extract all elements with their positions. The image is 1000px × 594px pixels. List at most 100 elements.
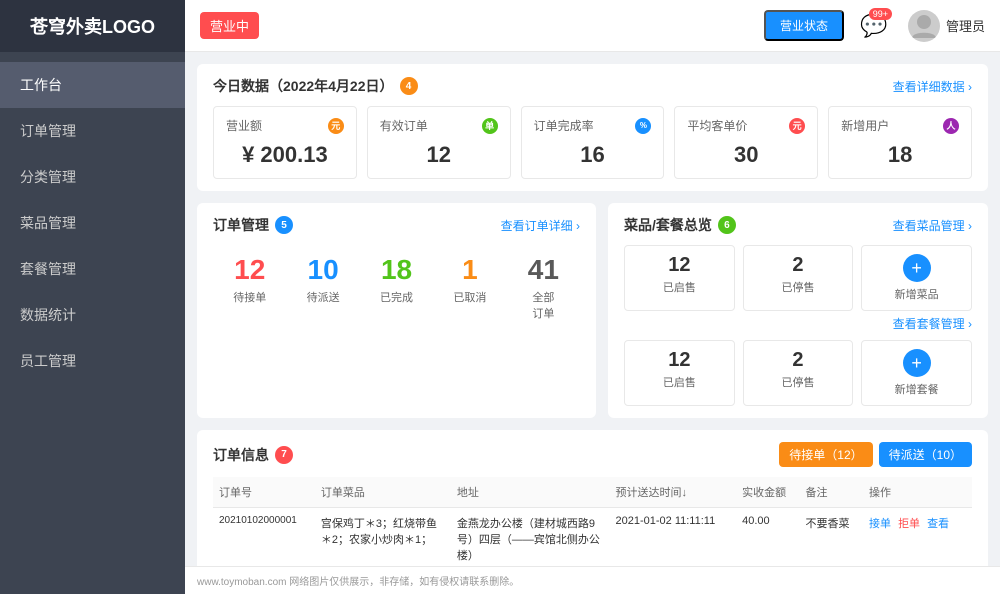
add-package-icon[interactable]: + xyxy=(903,349,931,377)
stat-orders-dot: 单 xyxy=(482,118,498,134)
sidebar-logo: 苍穹外卖LOGO xyxy=(0,0,185,52)
user-menu[interactable]: 管理员 xyxy=(908,10,985,42)
order-info-badge: 7 xyxy=(275,446,293,464)
add-dish-cell[interactable]: + 新增菜品 xyxy=(861,245,972,311)
order-stat-all[interactable]: 41 全部订单 xyxy=(507,245,580,329)
stat-orders-label: 有效订单 xyxy=(380,117,428,134)
avatar xyxy=(908,10,940,42)
main-content: 营业中 营业状态 💬 99+ 管理员 今日数据（2022年4月22日） 4 查看… xyxy=(185,0,1000,594)
add-dish-label: 新增菜品 xyxy=(895,286,939,302)
order-mgmt-header: 订单管理 5 查看订单详细 › xyxy=(213,215,580,235)
package-inactive-label: 已停售 xyxy=(781,374,814,390)
business-state-button[interactable]: 营业状态 xyxy=(764,10,844,41)
order-info-title: 订单信息 7 xyxy=(213,445,293,465)
footer-note: www.toymoban.com 网络图片仅供展示，非存储，如有侵权请联系删除。 xyxy=(185,566,1000,594)
package-grid: 12 已启售 2 已停售 + 新增套餐 xyxy=(624,340,972,406)
sidebar-item-dishes[interactable]: 菜品管理 xyxy=(0,200,185,246)
today-title-text: 今日数据（2022年4月22日） xyxy=(213,76,394,96)
order-stat-done[interactable]: 18 已完成 xyxy=(360,245,433,329)
cell-order-id: 20210102000001 xyxy=(213,508,315,571)
message-button[interactable]: 💬 99+ xyxy=(856,8,892,44)
stat-completion-label: 订单完成率 xyxy=(534,117,594,134)
package-active-num: 12 xyxy=(668,349,690,372)
order-detail-link[interactable]: 查看订单详细 › xyxy=(501,217,580,234)
dish-inactive-count: 2 已停售 xyxy=(743,245,854,311)
add-dish-icon[interactable]: + xyxy=(903,254,931,282)
all-count: 41 xyxy=(511,253,576,287)
package-inactive-count: 2 已停售 xyxy=(743,340,854,406)
order-stat-dispatch[interactable]: 10 待派送 xyxy=(286,245,359,329)
stat-revenue-value: ¥ 200.13 xyxy=(226,142,344,168)
package-mgmt-link[interactable]: 查看套餐管理 › xyxy=(893,317,972,331)
cancelled-label: 已取消 xyxy=(437,289,502,305)
stat-users-value: 18 xyxy=(841,142,959,168)
package-active-count: 12 已启售 xyxy=(624,340,735,406)
accept-link[interactable]: 接单 xyxy=(869,518,891,530)
package-inactive-num: 2 xyxy=(792,349,803,372)
sidebar: 苍穹外卖LOGO 工作台 订单管理 分类管理 菜品管理 套餐管理 数据统计 员工… xyxy=(0,0,185,594)
reject-link[interactable]: 拒单 xyxy=(898,518,920,530)
dish-active-label: 已启售 xyxy=(663,279,696,295)
dish-mgmt-link[interactable]: 查看菜品管理 › xyxy=(893,217,972,234)
package-active-label: 已启售 xyxy=(663,374,696,390)
two-col-section: 订单管理 5 查看订单详细 › 12 待接单 10 待派送 18 xyxy=(197,203,988,418)
order-mgmt-badge: 5 xyxy=(275,216,293,234)
col-dish: 订单菜品 xyxy=(315,477,451,508)
stat-users-label: 新增用户 xyxy=(841,117,889,134)
sidebar-item-packages[interactable]: 套餐管理 xyxy=(0,246,185,292)
dispatch-label: 待派送 xyxy=(290,289,355,305)
stat-orders-value: 12 xyxy=(380,142,498,168)
stat-avg-header: 平均客单价 元 xyxy=(687,117,805,134)
cell-remark: 不要香菜 xyxy=(800,508,863,571)
view-link[interactable]: 查看 xyxy=(927,518,949,530)
col-time: 预计送达时间↓ xyxy=(610,477,737,508)
dish-overview-card: 菜品/套餐总览 6 查看菜品管理 › 12 已启售 2 已停售 + xyxy=(608,203,988,418)
sidebar-item-workbench[interactable]: 工作台 xyxy=(0,62,185,108)
order-mgmt-title-text: 订单管理 xyxy=(213,215,269,235)
pending-filter-button[interactable]: 待接单（12） xyxy=(779,442,872,467)
dish-active-num: 12 xyxy=(668,254,690,277)
stat-revenue-header: 营业额 元 xyxy=(226,117,344,134)
order-stat-pending[interactable]: 12 待接单 xyxy=(213,245,286,329)
sidebar-item-categories[interactable]: 分类管理 xyxy=(0,154,185,200)
order-info-header: 订单信息 7 待接单（12） 待派送（10） xyxy=(213,442,972,467)
user-name: 管理员 xyxy=(946,16,985,35)
stat-revenue: 营业额 元 ¥ 200.13 xyxy=(213,106,357,179)
dispatch-filter-button[interactable]: 待派送（10） xyxy=(879,442,972,467)
table-header-row: 订单号 订单菜品 地址 预计送达时间↓ 实收金额 备注 操作 xyxy=(213,477,972,508)
order-stat-cancelled[interactable]: 1 已取消 xyxy=(433,245,506,329)
today-data-card: 今日数据（2022年4月22日） 4 查看详细数据 › 营业额 元 ¥ 200.… xyxy=(197,64,988,191)
dispatch-count: 10 xyxy=(290,253,355,287)
today-detail-link[interactable]: 查看详细数据 › xyxy=(893,78,972,95)
cell-amount: 40.00 xyxy=(736,508,799,571)
stat-avg-dot: 元 xyxy=(789,118,805,134)
stat-revenue-dot: 元 xyxy=(328,118,344,134)
dish-badge: 6 xyxy=(718,216,736,234)
content-area: 今日数据（2022年4月22日） 4 查看详细数据 › 营业额 元 ¥ 200.… xyxy=(185,52,1000,594)
business-status: 营业中 xyxy=(200,12,259,39)
order-info-title-text: 订单信息 xyxy=(213,445,269,465)
dish-inactive-num: 2 xyxy=(792,254,803,277)
sidebar-item-orders[interactable]: 订单管理 xyxy=(0,108,185,154)
cell-address: 金燕龙办公楼（建材城西路9号）四层（——宾馆北侧办公楼） xyxy=(451,508,610,571)
table-row: 20210102000001 宫保鸡丁＊3；红烧带鱼＊2；农家小炒肉＊1； 金燕… xyxy=(213,508,972,571)
order-filter-buttons: 待接单（12） 待派送（10） xyxy=(779,442,972,467)
dish-inactive-label: 已停售 xyxy=(781,279,814,295)
dish-title: 菜品/套餐总览 6 xyxy=(624,215,736,235)
stat-orders: 有效订单 单 12 xyxy=(367,106,511,179)
order-mgmt-card: 订单管理 5 查看订单详细 › 12 待接单 10 待派送 18 xyxy=(197,203,596,418)
dish-grid: 12 已启售 2 已停售 + 新增菜品 xyxy=(624,245,972,311)
topbar: 营业中 营业状态 💬 99+ 管理员 xyxy=(185,0,1000,52)
today-header: 今日数据（2022年4月22日） 4 查看详细数据 › xyxy=(213,76,972,96)
stat-revenue-label: 营业额 xyxy=(226,117,262,134)
pending-label: 待接单 xyxy=(217,289,282,305)
all-label: 全部订单 xyxy=(511,289,576,321)
sidebar-item-staff[interactable]: 员工管理 xyxy=(0,338,185,384)
add-package-label: 新增套餐 xyxy=(895,381,939,397)
add-package-cell[interactable]: + 新增套餐 xyxy=(861,340,972,406)
sidebar-item-stats[interactable]: 数据统计 xyxy=(0,292,185,338)
dish-title-text: 菜品/套餐总览 xyxy=(624,215,712,235)
order-table-head: 订单号 订单菜品 地址 预计送达时间↓ 实收金额 备注 操作 xyxy=(213,477,972,508)
col-address: 地址 xyxy=(451,477,610,508)
stat-avg-price: 平均客单价 元 30 xyxy=(674,106,818,179)
